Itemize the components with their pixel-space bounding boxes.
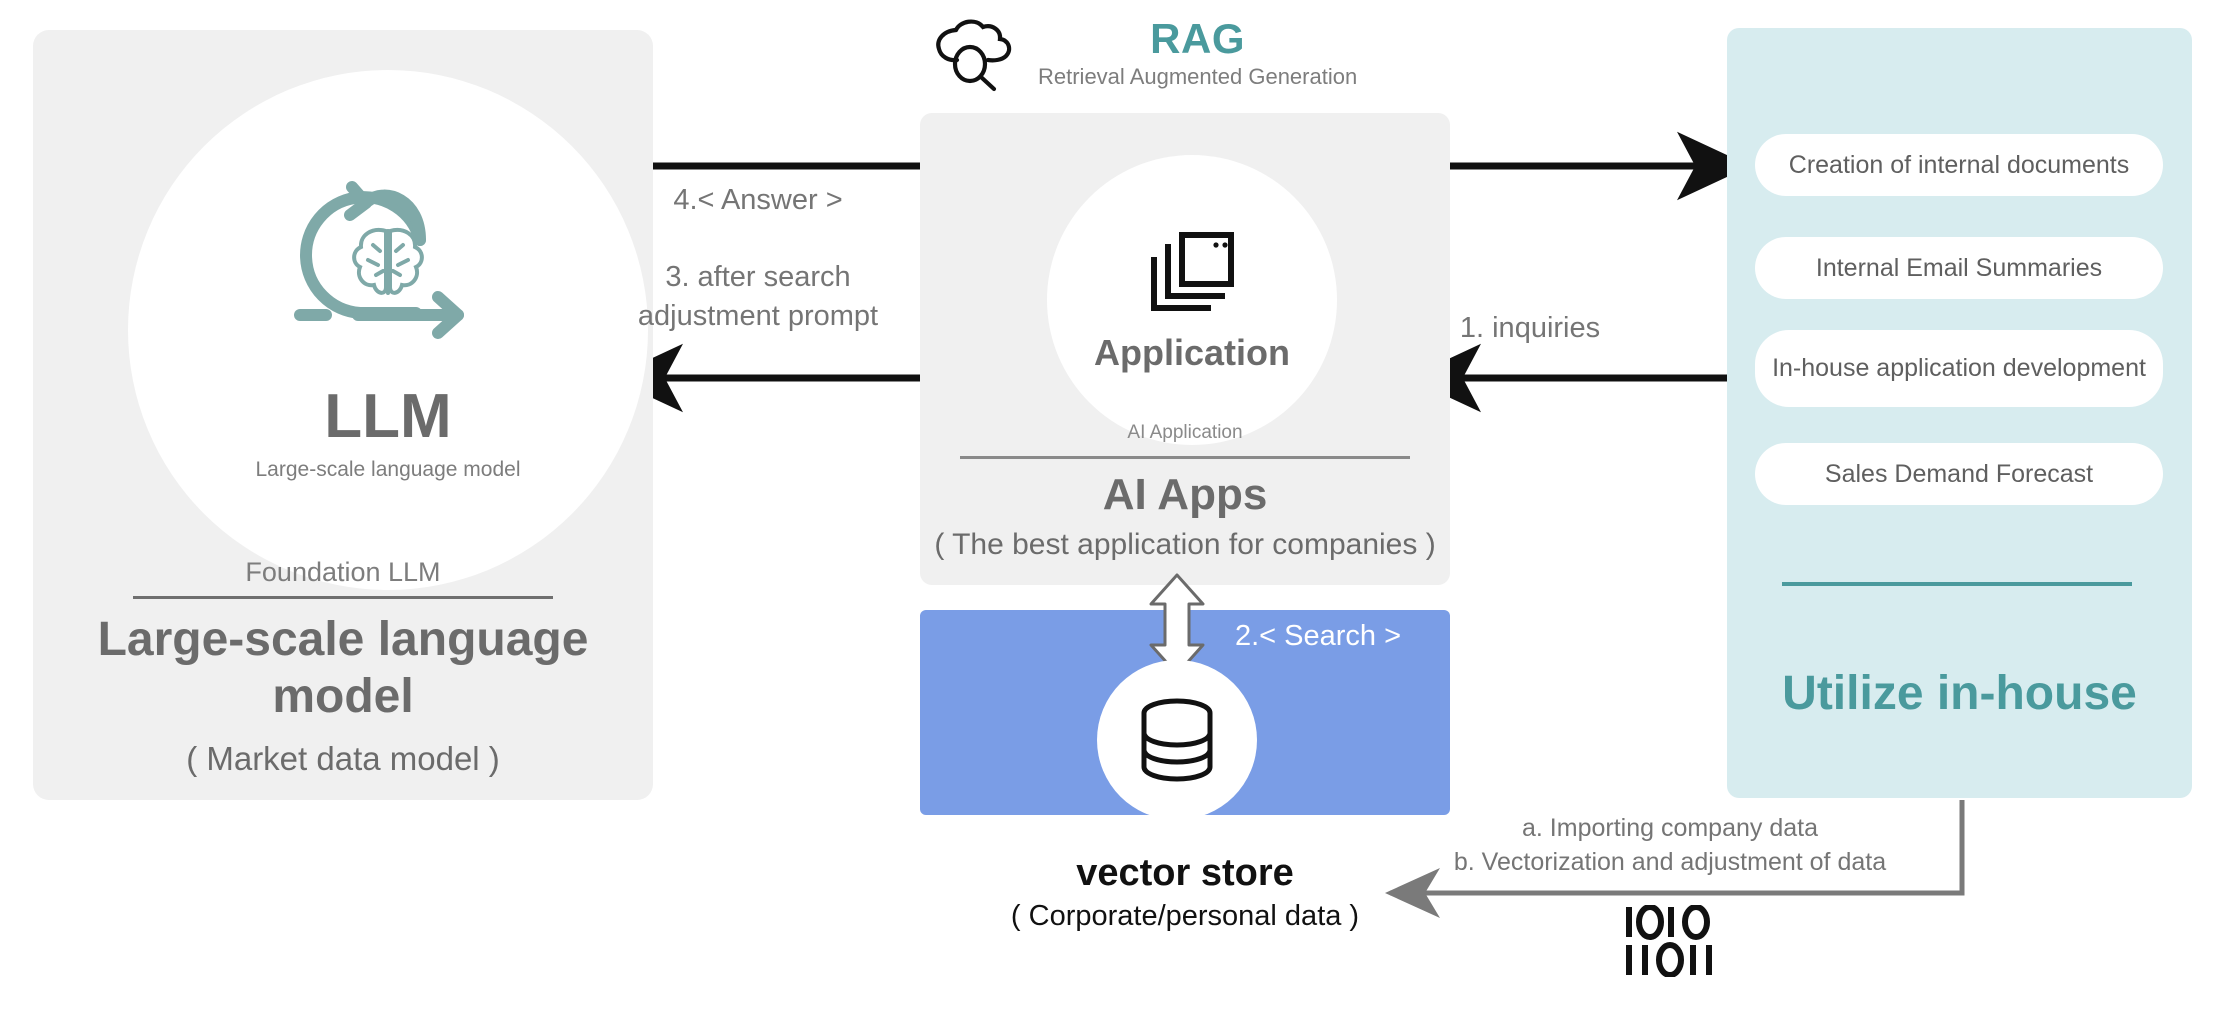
llm-subtitle: ( Market data model ) — [186, 740, 500, 777]
diagram-canvas: RAG Retrieval Augmented Generation LLM L… — [0, 0, 2226, 1012]
app-circle: Application — [1047, 155, 1337, 445]
flow-label-ingest: a. Importing company data b. Vectorizati… — [1390, 812, 1950, 880]
app-kicker: AI Application — [1127, 422, 1243, 443]
app-circle-label: Application — [1094, 332, 1290, 373]
llm-circle-subtitle: Large-scale language model — [255, 457, 521, 481]
app-subtitle: ( The best application for companies ) — [934, 528, 1436, 561]
database-cylinder-icon — [1141, 698, 1213, 782]
app-title: AI Apps — [1102, 470, 1268, 519]
inhouse-chip-in-house-application-development[interactable]: In-house application development — [1755, 330, 2163, 407]
search-step-label: 2.< Search > — [1235, 620, 1402, 652]
binary-data-icon — [1626, 905, 1712, 977]
inhouse-title: Utilize in-house — [1782, 667, 2137, 720]
app-divider — [960, 456, 1410, 459]
cloud-search-icon — [936, 19, 1012, 92]
flow-label-ingest-b: b. Vectorization and adjustment of data — [1453, 847, 1887, 876]
llm-title: Large-scale language model — [97, 613, 589, 723]
flow-label-ingest-a: a. Importing company data — [1522, 814, 1818, 842]
llm-circle: LLM Large-scale language model — [128, 70, 648, 590]
vector-store-title: vector store — [1076, 852, 1294, 894]
flow-label-adjustment-prompt: 3. after search adjustment prompt — [637, 261, 879, 333]
llm-circle-title: LLM — [324, 381, 452, 451]
brain-loop-icon — [294, 180, 464, 339]
rag-subtitle: Retrieval Augmented Generation — [1038, 63, 1358, 89]
inhouse-chip-label: Creation of internal documents — [1788, 150, 2130, 179]
stacked-windows-icon — [1151, 232, 1234, 311]
rag-title: RAG — [1150, 14, 1246, 62]
flow-label-inquiries: 1. inquiries — [1459, 312, 1601, 344]
inhouse-chip-creation-of-internal-documents[interactable]: Creation of internal documents — [1755, 134, 2163, 196]
inhouse-chip-label: Sales Demand Forecast — [1824, 459, 2094, 488]
llm-kicker: Foundation LLM — [245, 557, 441, 587]
flow-label-answer: 4.< Answer > — [673, 184, 843, 216]
vector-store-subtitle: ( Corporate/personal data ) — [1010, 900, 1360, 932]
llm-divider — [133, 596, 553, 599]
inhouse-chip-label: In-house application development — [1772, 354, 2146, 383]
inhouse-chip-sales-demand-forecast[interactable]: Sales Demand Forecast — [1755, 443, 2163, 505]
rag-header: RAG Retrieval Augmented Generation — [930, 8, 1450, 100]
inhouse-chip-label: Internal Email Summaries — [1815, 253, 2103, 282]
vector-store-circle — [1097, 660, 1257, 820]
inhouse-divider — [1782, 582, 2132, 586]
inhouse-chip-internal-email-summaries[interactable]: Internal Email Summaries — [1755, 237, 2163, 299]
